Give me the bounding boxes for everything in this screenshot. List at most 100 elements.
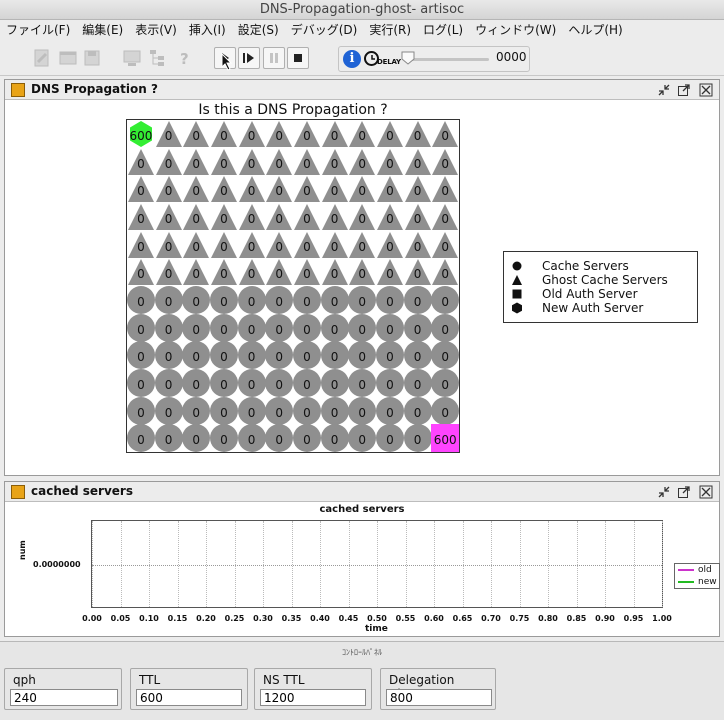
agent-value: 0 bbox=[358, 322, 367, 337]
agent-value: 0 bbox=[413, 350, 422, 365]
menu-item-8[interactable]: ウィンドウ(W) bbox=[469, 20, 562, 40]
agent-value: 0 bbox=[413, 405, 422, 420]
cache-server: 0 bbox=[348, 313, 377, 342]
x-tick-label: 0.45 bbox=[338, 614, 359, 623]
save-icon[interactable] bbox=[80, 46, 104, 70]
menu-item-4[interactable]: 設定(S) bbox=[232, 20, 285, 40]
menu-item-5[interactable]: デバッグ(D) bbox=[285, 20, 364, 40]
ghost-cache-server: 0 bbox=[376, 175, 404, 203]
cache-server: 0 bbox=[293, 286, 321, 314]
menu-item-2[interactable]: 表示(V) bbox=[129, 20, 183, 40]
agent-value: 0 bbox=[386, 239, 394, 254]
menu-item-9[interactable]: ヘルプ(H) bbox=[562, 20, 628, 40]
cache-server: 0 bbox=[431, 286, 460, 314]
cache-server: 0 bbox=[210, 424, 238, 453]
cache-server: 0 bbox=[320, 313, 349, 342]
maximize-icon[interactable] bbox=[677, 485, 691, 499]
ghost-cache-server: 0 bbox=[293, 175, 321, 203]
shrink-icon[interactable] bbox=[657, 83, 671, 97]
legend-label: Ghost Cache Servers bbox=[542, 273, 668, 287]
cache-server: 0 bbox=[293, 341, 321, 370]
maximize-icon[interactable] bbox=[677, 83, 691, 97]
info-icon[interactable]: i bbox=[343, 50, 361, 68]
delay-slider-thumb[interactable] bbox=[401, 51, 415, 65]
menu-item-1[interactable]: 編集(E) bbox=[76, 20, 129, 40]
ghost-cache-server: 0 bbox=[431, 231, 459, 259]
ghost-cache-server: 0 bbox=[182, 203, 210, 231]
agent-value: 0 bbox=[386, 184, 394, 199]
control-field-input[interactable] bbox=[10, 689, 118, 706]
menu-item-3[interactable]: 挿入(I) bbox=[183, 20, 232, 40]
agent-value: 0 bbox=[247, 211, 256, 226]
control-field-input[interactable] bbox=[260, 689, 366, 706]
agent-value: 0 bbox=[413, 184, 422, 199]
ghost-cache-server: 0 bbox=[293, 258, 321, 286]
agent-value: 0 bbox=[358, 156, 367, 171]
agent-value: 0 bbox=[330, 350, 339, 365]
ghost-cache-server: 0 bbox=[293, 231, 321, 259]
cache-server: 0 bbox=[431, 313, 460, 342]
edit-icon[interactable] bbox=[30, 46, 54, 70]
chart-title: cached servers bbox=[319, 504, 405, 515]
ghost-cache-server: 0 bbox=[155, 148, 183, 176]
pause-button[interactable] bbox=[263, 47, 285, 69]
agent-value: 0 bbox=[220, 433, 228, 448]
agent-value: 0 bbox=[137, 433, 145, 448]
cache-server: 0 bbox=[237, 313, 266, 342]
ghost-cache-server: 0 bbox=[348, 203, 376, 231]
agent-value: 0 bbox=[303, 405, 311, 420]
control-field-input[interactable] bbox=[136, 689, 242, 706]
series-name: old bbox=[698, 565, 712, 575]
x-gridline bbox=[405, 521, 407, 607]
ghost-cache-server: 0 bbox=[182, 120, 210, 148]
shrink-icon[interactable] bbox=[657, 485, 671, 499]
map-panel-header: DNS Propagation ? bbox=[5, 80, 719, 100]
agent-value: 0 bbox=[220, 267, 228, 282]
agent-value: 0 bbox=[275, 405, 284, 420]
ghost-cache-server: 0 bbox=[321, 203, 349, 231]
cache-server: 0 bbox=[127, 369, 155, 397]
ghost-cache-server: 0 bbox=[321, 120, 349, 148]
menu-item-0[interactable]: ファイル(F) bbox=[0, 20, 76, 40]
legend-item: Ghost Cache Servers bbox=[510, 273, 668, 287]
agent-value: 0 bbox=[386, 322, 394, 337]
output-settings-icon[interactable] bbox=[120, 46, 144, 70]
ghost-cache-server: 0 bbox=[127, 175, 155, 203]
cache-server: 0 bbox=[348, 286, 377, 314]
stop-button[interactable] bbox=[287, 47, 309, 69]
cache-server: 0 bbox=[293, 396, 321, 425]
delay-slider[interactable] bbox=[405, 58, 489, 61]
agent-value: 0 bbox=[164, 211, 173, 226]
close-icon[interactable] bbox=[699, 485, 713, 499]
agent-value: 0 bbox=[358, 211, 367, 226]
agent-value: 0 bbox=[275, 433, 284, 448]
ghost-cache-server: 0 bbox=[293, 120, 321, 148]
window-icon[interactable] bbox=[56, 46, 80, 70]
agent-value: 0 bbox=[137, 184, 145, 199]
cache-server: 0 bbox=[376, 396, 404, 425]
menu-item-6[interactable]: 実行(R) bbox=[363, 20, 417, 40]
agent-map-grid: 600 0 0 0 0 0 0 0 0 0 0 0 0 0 0 0 0 0 0 0 0 0 0 0 0 0 0 0 0 0 0 0 0 0 0 0 0 0… bbox=[126, 119, 460, 453]
cache-server: 0 bbox=[210, 396, 238, 425]
agent-value: 0 bbox=[386, 211, 394, 226]
agent-value: 0 bbox=[386, 377, 394, 392]
help-icon[interactable]: ? bbox=[172, 46, 196, 70]
tree-icon[interactable] bbox=[146, 46, 170, 70]
agent-value: 0 bbox=[330, 433, 339, 448]
hexagon-icon bbox=[510, 301, 524, 315]
agent-value: 0 bbox=[330, 322, 339, 337]
control-field-input[interactable] bbox=[386, 689, 492, 706]
x-gridline bbox=[263, 521, 264, 607]
x-tick-label: 0.90 bbox=[595, 614, 615, 623]
close-icon[interactable] bbox=[699, 83, 713, 97]
menu-item-7[interactable]: ログ(L) bbox=[417, 20, 469, 40]
circle-icon bbox=[510, 259, 524, 273]
agent-value: 0 bbox=[413, 294, 422, 309]
agent-value: 0 bbox=[358, 405, 367, 420]
legend-item: Old Auth Server bbox=[510, 287, 638, 301]
ghost-cache-server: 0 bbox=[210, 148, 238, 176]
cache-server: 0 bbox=[265, 369, 294, 397]
step-button[interactable] bbox=[238, 47, 260, 69]
ghost-cache-server: 0 bbox=[431, 175, 459, 203]
agent-value: 0 bbox=[137, 156, 145, 171]
